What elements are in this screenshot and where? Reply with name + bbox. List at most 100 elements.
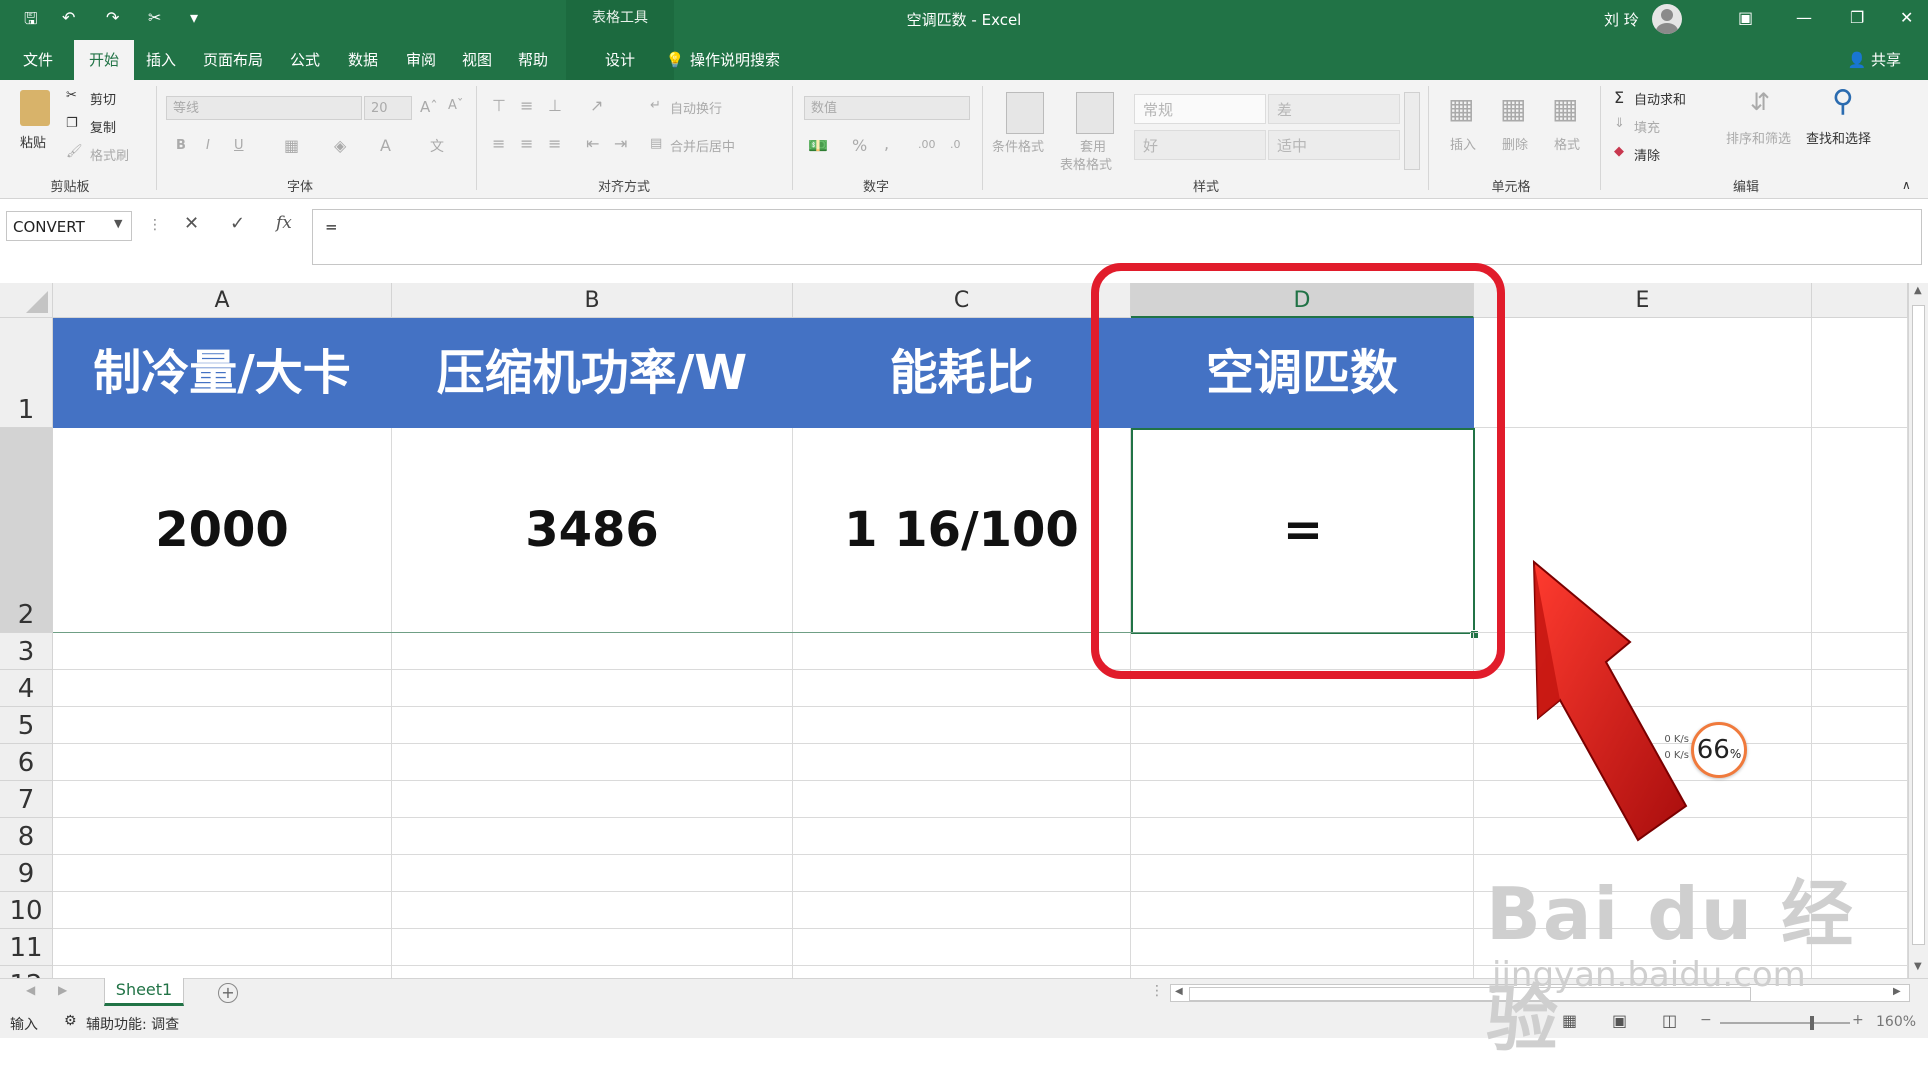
- insert-function-icon[interactable]: fx: [276, 213, 292, 233]
- align-center-icon[interactable]: ≡: [520, 134, 533, 153]
- decrease-indent-icon[interactable]: ⇤: [586, 134, 599, 153]
- empty-cell[interactable]: [392, 670, 793, 707]
- ribbon-display-options-icon[interactable]: ▣: [1738, 8, 1753, 27]
- copy-button[interactable]: 复制: [90, 117, 116, 136]
- empty-cell[interactable]: [1131, 818, 1474, 855]
- empty-cell[interactable]: [793, 892, 1131, 929]
- empty-cell[interactable]: [53, 818, 392, 855]
- tab-help[interactable]: 帮助: [510, 40, 556, 80]
- font-color-icon[interactable]: A: [380, 136, 391, 155]
- split-handle-icon[interactable]: ⋮: [1150, 983, 1164, 999]
- italic-button[interactable]: I: [206, 138, 210, 153]
- empty-cell[interactable]: [793, 966, 1131, 978]
- empty-cell[interactable]: [1131, 744, 1474, 781]
- styles-scroll[interactable]: [1404, 92, 1420, 170]
- cell-f1[interactable]: [1812, 318, 1908, 428]
- format-painter-button[interactable]: 格式刷: [90, 145, 129, 164]
- scroll-down-icon[interactable]: ▼: [1914, 961, 1922, 972]
- column-header-a[interactable]: A: [53, 283, 392, 318]
- cell-a1[interactable]: 制冷量/大卡: [53, 318, 392, 428]
- minimize-icon[interactable]: —: [1796, 8, 1812, 27]
- empty-cell[interactable]: [392, 744, 793, 781]
- grow-font-icon[interactable]: Aˆ: [420, 98, 438, 116]
- empty-cell[interactable]: [793, 818, 1131, 855]
- shrink-font-icon[interactable]: Aˇ: [448, 98, 463, 113]
- style-good[interactable]: 好: [1134, 130, 1266, 160]
- tab-page-layout[interactable]: 页面布局: [198, 40, 268, 80]
- row-header-1[interactable]: 1: [0, 318, 53, 428]
- user-name[interactable]: 刘 玲: [1604, 9, 1639, 30]
- borders-icon[interactable]: ▦: [284, 136, 299, 155]
- find-select-button[interactable]: 查找和选择: [1806, 128, 1871, 147]
- empty-cell[interactable]: [53, 929, 392, 966]
- align-left-icon[interactable]: ≡: [492, 134, 505, 153]
- select-all-button[interactable]: [0, 283, 53, 318]
- empty-cell[interactable]: [53, 855, 392, 892]
- align-bottom-icon[interactable]: ⊥: [548, 96, 562, 115]
- empty-cell[interactable]: [1812, 633, 1908, 670]
- empty-cell[interactable]: [1131, 781, 1474, 818]
- cell-a2[interactable]: 2000: [53, 428, 392, 633]
- empty-cell[interactable]: [1131, 966, 1474, 978]
- empty-cell[interactable]: [53, 707, 392, 744]
- empty-cell[interactable]: [1812, 781, 1908, 818]
- empty-cell[interactable]: [793, 707, 1131, 744]
- row-header-5[interactable]: 5: [0, 707, 53, 744]
- empty-cell[interactable]: [793, 855, 1131, 892]
- empty-cell[interactable]: [53, 892, 392, 929]
- row-header-11[interactable]: 11: [0, 929, 53, 966]
- empty-cell[interactable]: [392, 855, 793, 892]
- tab-home[interactable]: 开始: [74, 40, 134, 80]
- tab-formulas[interactable]: 公式: [282, 40, 328, 80]
- fill-color-icon[interactable]: ◈: [334, 136, 346, 155]
- conditional-format-icon[interactable]: [1006, 92, 1044, 134]
- row-header-4[interactable]: 4: [0, 670, 53, 707]
- empty-cell[interactable]: [53, 966, 392, 978]
- conditional-format-button[interactable]: 条件格式: [992, 136, 1044, 155]
- cell-e1[interactable]: [1474, 318, 1812, 428]
- paste-icon[interactable]: [20, 90, 50, 126]
- tab-design[interactable]: 设计: [566, 40, 674, 80]
- bold-button[interactable]: B: [176, 138, 186, 153]
- row-header-9[interactable]: 9: [0, 855, 53, 892]
- comma-button[interactable]: ,: [884, 134, 889, 153]
- empty-cell[interactable]: [392, 781, 793, 818]
- style-bad[interactable]: 差: [1268, 94, 1400, 124]
- paste-button[interactable]: 粘贴: [20, 132, 46, 151]
- net-usage-ring[interactable]: 66%: [1691, 722, 1747, 778]
- empty-cell[interactable]: [53, 744, 392, 781]
- cell-b2[interactable]: 3486: [392, 428, 793, 633]
- increase-decimal-icon[interactable]: .00: [918, 138, 936, 151]
- empty-cell[interactable]: [793, 744, 1131, 781]
- row-header-2[interactable]: 2: [0, 428, 53, 633]
- vertical-scroll-thumb[interactable]: [1912, 305, 1925, 945]
- align-middle-icon[interactable]: ≡: [520, 96, 533, 115]
- format-cells-icon[interactable]: ▦: [1552, 92, 1578, 125]
- empty-cell[interactable]: [53, 781, 392, 818]
- empty-cell[interactable]: [793, 633, 1131, 670]
- enter-icon[interactable]: ✓: [230, 213, 245, 234]
- style-normal[interactable]: 常规: [1134, 94, 1266, 124]
- format-as-table-line1[interactable]: 套用: [1080, 136, 1106, 155]
- tab-file[interactable]: 文件: [14, 40, 62, 80]
- column-header-f[interactable]: [1812, 283, 1908, 318]
- merge-center-button[interactable]: 合并后居中: [670, 136, 735, 155]
- cell-c2[interactable]: 1 16/100: [793, 428, 1131, 633]
- empty-cell[interactable]: [1131, 892, 1474, 929]
- cell-f2[interactable]: [1812, 428, 1908, 633]
- column-header-b[interactable]: B: [392, 283, 793, 318]
- accessibility-status[interactable]: 辅助功能: 调查: [86, 1014, 179, 1034]
- cell-c1[interactable]: 能耗比: [793, 318, 1131, 428]
- fill-button[interactable]: 填充: [1634, 117, 1660, 136]
- close-icon[interactable]: ✕: [1900, 8, 1913, 27]
- cancel-icon[interactable]: ✕: [184, 213, 199, 234]
- empty-cell[interactable]: [1131, 855, 1474, 892]
- font-name-select[interactable]: 等线: [166, 96, 362, 120]
- insert-cells-button[interactable]: 插入: [1450, 134, 1476, 153]
- column-header-e[interactable]: E: [1474, 283, 1812, 318]
- sort-filter-button[interactable]: 排序和筛选: [1726, 128, 1791, 147]
- empty-cell[interactable]: [793, 781, 1131, 818]
- number-format-select[interactable]: 数值: [804, 96, 970, 120]
- underline-button[interactable]: U: [234, 138, 244, 153]
- format-cells-button[interactable]: 格式: [1554, 134, 1580, 153]
